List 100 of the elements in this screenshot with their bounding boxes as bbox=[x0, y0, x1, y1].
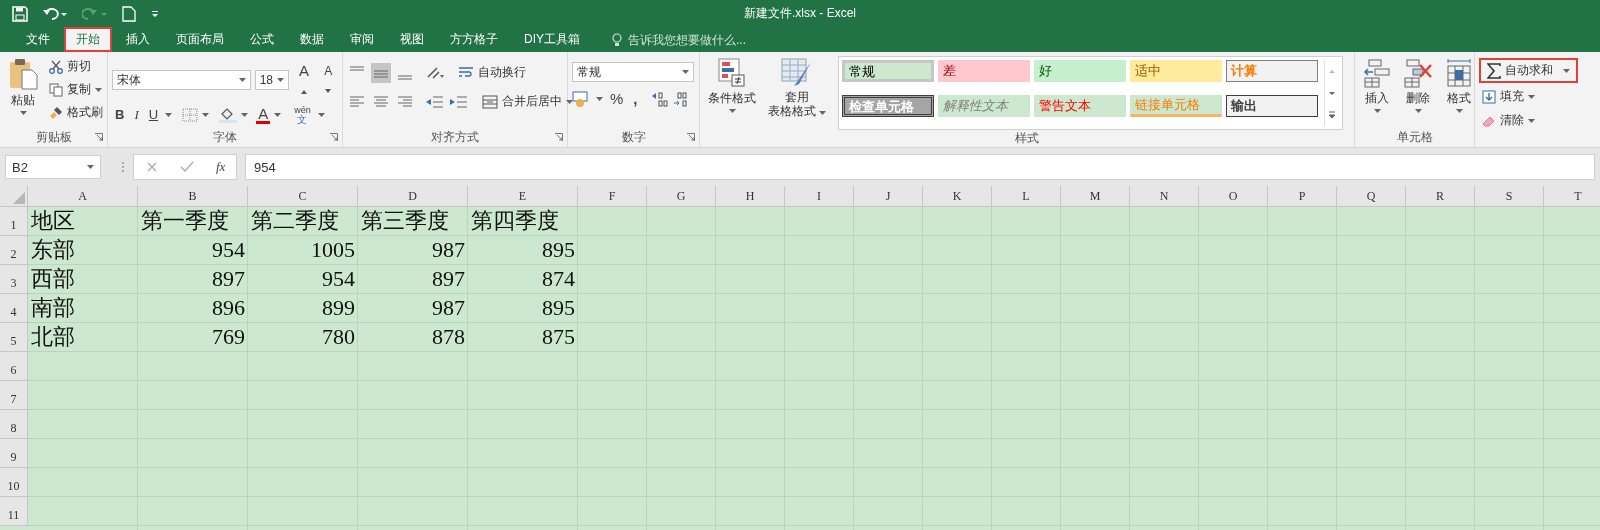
table-cell: 897 bbox=[212, 266, 245, 291]
fill-button[interactable]: 填充 bbox=[1479, 86, 1538, 107]
row-header[interactable]: 5 bbox=[0, 323, 28, 352]
merge-center-button[interactable]: 合并后居中 bbox=[479, 91, 576, 112]
row-header[interactable]: 3 bbox=[0, 265, 28, 294]
font-color-button[interactable]: A bbox=[256, 106, 271, 124]
column-header[interactable]: S bbox=[1475, 186, 1544, 207]
row-header[interactable]: 4 bbox=[0, 294, 28, 323]
cell-style-option[interactable]: 好 bbox=[1034, 60, 1127, 82]
formula-input[interactable]: 954 bbox=[245, 154, 1595, 180]
group-label: 单元格 bbox=[1396, 128, 1433, 146]
table-cell: 1005 bbox=[311, 237, 355, 262]
row-header[interactable]: 1 bbox=[0, 207, 28, 236]
column-header[interactable]: N bbox=[1130, 186, 1199, 207]
comma-style-button[interactable]: , bbox=[630, 90, 641, 108]
increase-font-button[interactable]: A bbox=[293, 62, 315, 98]
font-name-dropdown[interactable]: 宋体 bbox=[112, 70, 251, 90]
group-label: 样式 bbox=[1015, 130, 1039, 147]
delete-cells-button[interactable]: 删除 bbox=[1399, 56, 1437, 115]
table-cell: 954 bbox=[322, 266, 355, 291]
copy-button[interactable]: 复制 bbox=[46, 79, 106, 100]
insert-cells-button[interactable]: 插入 bbox=[1359, 56, 1395, 115]
table-cell: 769 bbox=[212, 324, 245, 349]
row-header[interactable]: 11 bbox=[0, 497, 28, 526]
row-header[interactable]: 7 bbox=[0, 381, 28, 410]
ribbon-tab[interactable]: 视图 bbox=[388, 27, 436, 52]
group-label: 剪贴板 bbox=[35, 128, 72, 146]
column-header[interactable]: T bbox=[1544, 186, 1600, 207]
name-box[interactable]: B2 bbox=[5, 155, 101, 179]
column-header[interactable]: F bbox=[578, 186, 647, 207]
ribbon-tab[interactable]: 文件 bbox=[14, 27, 62, 52]
italic-button[interactable]: I bbox=[131, 106, 142, 124]
group-label: 对齐方式 bbox=[431, 128, 479, 146]
cell-style-option[interactable]: 差 bbox=[938, 60, 1031, 82]
cell-style-option[interactable]: 常规 bbox=[842, 60, 935, 82]
ribbon-tab[interactable]: 数据 bbox=[288, 27, 336, 52]
row-header[interactable]: 9 bbox=[0, 439, 28, 468]
column-header[interactable]: J bbox=[854, 186, 923, 207]
row-header[interactable]: 8 bbox=[0, 410, 28, 439]
insert-function-button[interactable]: fx bbox=[216, 159, 226, 175]
table-cell: 987 bbox=[432, 237, 465, 262]
group-label: 数字 bbox=[621, 128, 646, 146]
row-header[interactable]: 10 bbox=[0, 468, 28, 497]
table-cell: 875 bbox=[542, 324, 575, 349]
bold-button[interactable]: B bbox=[112, 106, 128, 124]
table-cell: 第一季度 bbox=[141, 208, 229, 233]
decrease-font-button[interactable]: A bbox=[318, 62, 338, 98]
clear-button[interactable]: 清除 bbox=[1479, 110, 1538, 131]
table-cell: 东部 bbox=[31, 237, 75, 262]
ribbon-tab[interactable]: 插入 bbox=[114, 27, 162, 52]
table-cell: 954 bbox=[212, 237, 245, 262]
table-cell: 第二季度 bbox=[251, 208, 339, 233]
column-header[interactable]: E bbox=[468, 186, 578, 207]
paste-button[interactable]: 粘贴 bbox=[4, 56, 42, 117]
column-header[interactable]: R bbox=[1406, 186, 1475, 207]
column-header[interactable]: K bbox=[923, 186, 992, 207]
table-cell: 878 bbox=[432, 324, 465, 349]
conditional-formatting-button[interactable]: 条件格式 bbox=[704, 56, 760, 115]
column-header[interactable]: H bbox=[716, 186, 785, 207]
column-header[interactable]: A bbox=[28, 186, 138, 207]
font-size-dropdown[interactable]: 18 bbox=[254, 70, 290, 90]
format-painter-button[interactable]: 格式刷 bbox=[46, 102, 106, 123]
row-header[interactable]: 6 bbox=[0, 352, 28, 381]
column-header[interactable]: P bbox=[1268, 186, 1337, 207]
column-header[interactable]: L bbox=[992, 186, 1061, 207]
ribbon-tab[interactable]: 审阅 bbox=[338, 27, 386, 52]
autosum-button[interactable]: 自动求和 bbox=[1479, 58, 1578, 83]
column-header[interactable]: G bbox=[647, 186, 716, 207]
tell-me-search[interactable]: 告诉我您想要做什么... bbox=[626, 31, 790, 48]
column-header[interactable]: C bbox=[248, 186, 358, 207]
column-header[interactable]: B bbox=[138, 186, 248, 207]
cell-style-option[interactable]: 输出 bbox=[1226, 95, 1319, 117]
table-cell: 897 bbox=[432, 266, 465, 291]
format-as-table-button[interactable]: 套用 表格格式 bbox=[764, 56, 831, 120]
column-header[interactable]: I bbox=[785, 186, 854, 207]
table-cell: 987 bbox=[432, 295, 465, 320]
row-header[interactable]: 2 bbox=[0, 236, 28, 265]
wrap-text-button[interactable]: 自动换行 bbox=[455, 62, 529, 83]
ribbon-tab[interactable]: 开始 bbox=[64, 27, 112, 52]
underline-button[interactable]: U bbox=[145, 106, 162, 124]
cut-button[interactable]: 剪切 bbox=[46, 56, 106, 77]
cell-style-option[interactable]: 适中 bbox=[1130, 60, 1223, 82]
table-cell: 地区 bbox=[31, 208, 75, 233]
ribbon-tab[interactable]: 方方格子 bbox=[438, 27, 510, 52]
column-header[interactable]: Q bbox=[1337, 186, 1406, 207]
column-header[interactable]: D bbox=[358, 186, 468, 207]
table-cell: 780 bbox=[322, 324, 355, 349]
number-format-dropdown[interactable]: 常规 bbox=[572, 62, 694, 82]
percent-button[interactable]: % bbox=[607, 90, 627, 108]
ribbon-tab[interactable]: 页面布局 bbox=[164, 27, 236, 52]
column-header[interactable]: M bbox=[1061, 186, 1130, 207]
ribbon-tab[interactable]: 公式 bbox=[238, 27, 286, 52]
ribbon-tab[interactable]: DIY工具箱 bbox=[512, 27, 592, 52]
phonetic-guide-button[interactable]: wén 文 bbox=[291, 106, 314, 124]
table-cell: 南部 bbox=[31, 295, 75, 320]
format-cells-button[interactable]: 格式 bbox=[1441, 56, 1477, 115]
column-header[interactable]: O bbox=[1199, 186, 1268, 207]
table-cell: 874 bbox=[542, 266, 575, 291]
table-cell: 北部 bbox=[31, 324, 75, 349]
table-cell: 895 bbox=[542, 295, 575, 320]
